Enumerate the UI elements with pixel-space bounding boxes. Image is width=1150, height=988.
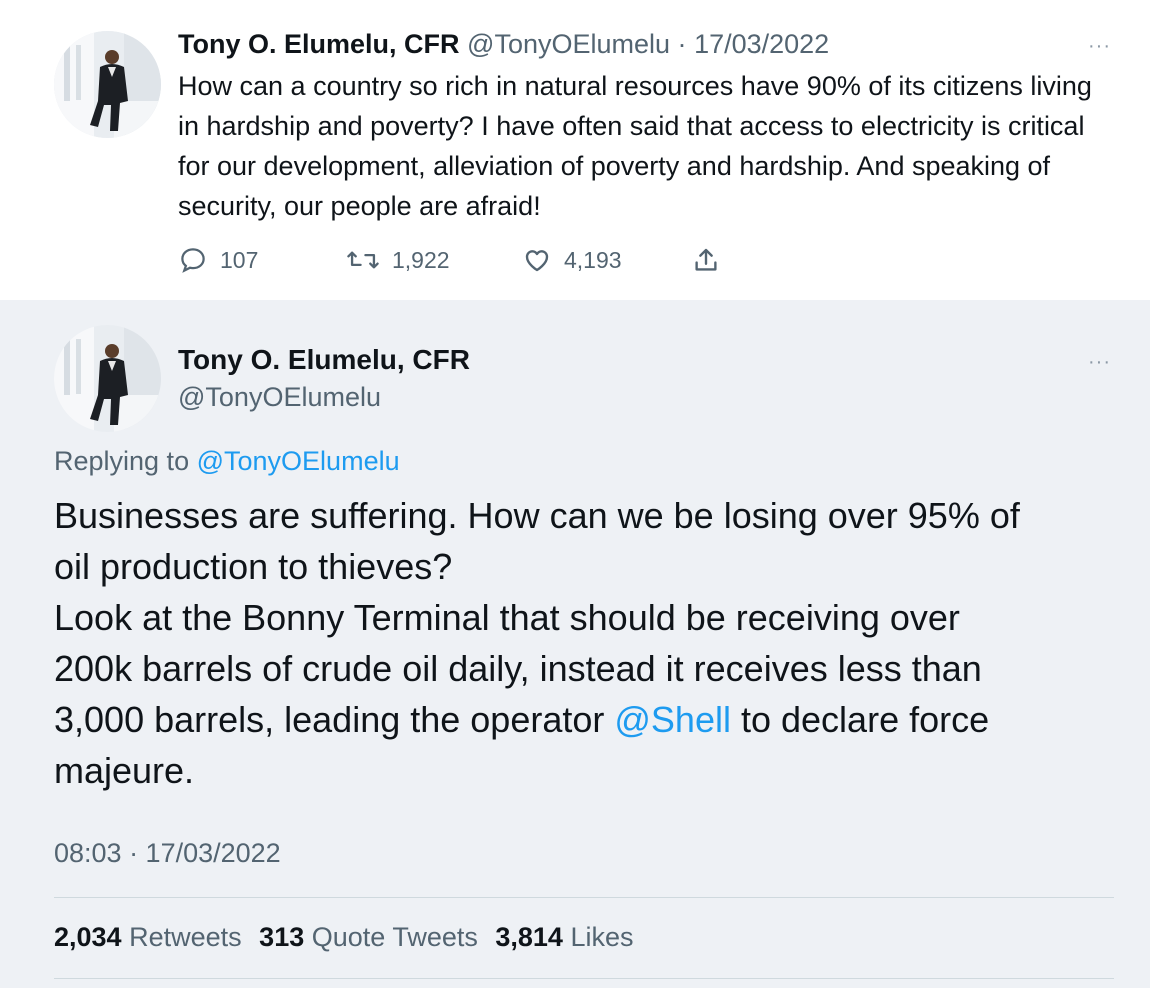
tweet-timestamp[interactable]: 08:03 · 17/03/2022: [54, 836, 281, 870]
separator: ·: [677, 29, 687, 59]
like-icon: [525, 250, 549, 272]
retweets-label[interactable]: Retweets: [129, 922, 242, 952]
likes-label[interactable]: Likes: [570, 922, 633, 952]
avatar-photo: [54, 31, 161, 138]
likes-count[interactable]: 3,814: [495, 922, 563, 952]
retweets-count[interactable]: 2,034: [54, 922, 122, 952]
share-button[interactable]: [691, 245, 733, 275]
quotes-count[interactable]: 313: [259, 922, 304, 952]
quotes-label[interactable]: Quote Tweets: [312, 922, 478, 952]
tweet-main[interactable]: Tony O. Elumelu, CFR @TonyOElumelu ··· R…: [0, 300, 1150, 988]
divider: [54, 897, 1114, 898]
reply-icon: [181, 248, 205, 273]
tweet-text-line: oil production to thieves?: [54, 546, 453, 587]
display-name[interactable]: Tony O. Elumelu, CFR: [178, 343, 470, 377]
tweet-text-segment: to declare force: [730, 699, 990, 740]
like-count: 4,193: [564, 246, 622, 273]
handle[interactable]: @TonyOElumelu: [467, 29, 670, 59]
avatar[interactable]: [54, 325, 161, 432]
tweet-text-segment: 3,000 barrels, leading the operator: [54, 699, 615, 740]
divider: [54, 978, 1114, 979]
avatar-photo: [54, 325, 161, 432]
retweet-count: 1,922: [392, 246, 450, 273]
tweet-stats: 2,034 Retweets 313 Quote Tweets 3,814 Li…: [54, 920, 644, 954]
tweet-text-line: 3,000 barrels, leading the operator @She…: [54, 694, 1114, 745]
replying-handle-link[interactable]: @TonyOElumelu: [197, 446, 400, 476]
display-name[interactable]: Tony O. Elumelu, CFR: [178, 29, 460, 59]
more-options-icon[interactable]: ···: [1088, 352, 1111, 372]
tweet-text: How can a country so rich in natural res…: [178, 71, 1092, 221]
replying-to: Replying to @TonyOElumelu: [54, 444, 400, 478]
replying-label: Replying to: [54, 446, 190, 476]
like-button[interactable]: 4,193: [522, 245, 622, 275]
tweet-date[interactable]: 17/03/2022: [694, 29, 829, 59]
retweet-button[interactable]: 1,922: [346, 245, 450, 275]
tweet-header: Tony O. Elumelu, CFR @TonyOElumelu · 17/…: [178, 27, 829, 61]
mention-link-shell[interactable]: @Shell: [614, 699, 731, 740]
tweet-parent[interactable]: Tony O. Elumelu, CFR @TonyOElumelu · 17/…: [0, 0, 1150, 300]
retweet-icon: [347, 251, 379, 269]
share-icon: [695, 248, 717, 271]
more-options-icon[interactable]: ···: [1088, 36, 1111, 56]
tweet-text-line: 200k barrels of crude oil daily, instead…: [54, 648, 982, 689]
tweet-text-line: Businesses are suffering. How can we be …: [54, 495, 1020, 536]
tweet-text-line: majeure.: [54, 750, 195, 791]
tweet-text-line: Look at the Bonny Terminal that should b…: [54, 597, 960, 638]
reply-button[interactable]: 107: [178, 245, 258, 275]
reply-count: 107: [220, 246, 259, 273]
handle[interactable]: @TonyOElumelu: [178, 380, 381, 414]
tweet-text: Businesses are suffering. How can we be …: [54, 490, 1114, 796]
avatar[interactable]: [54, 31, 161, 138]
